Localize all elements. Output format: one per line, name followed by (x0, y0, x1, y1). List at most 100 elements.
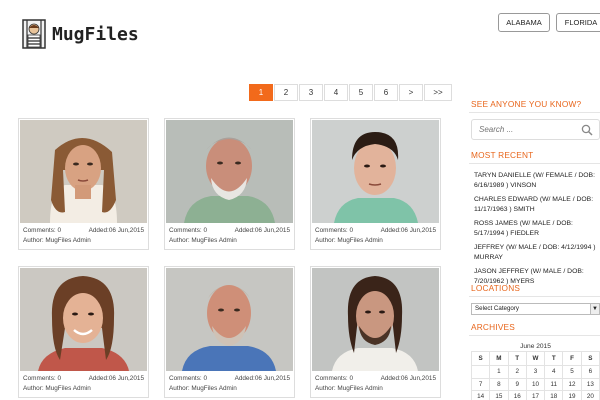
comments-count[interactable]: Comments: 0 (23, 226, 61, 236)
mugshot-card[interactable]: Comments: 0 Added:06 Jun,2015 Author: Mu… (310, 118, 441, 250)
jail-mugshot-icon (22, 19, 46, 49)
calendar-month-title: June 2015 (520, 343, 551, 350)
recent-item[interactable]: TARYN DANIELLE (W/ FEMALE / DOB: 6/16/19… (474, 171, 600, 191)
locations-heading: LOCATIONS (471, 283, 521, 293)
calendar-weekday: F (562, 351, 582, 366)
calendar-weekday: T (507, 351, 527, 366)
calendar-day[interactable]: 3 (525, 365, 546, 379)
recent-list: TARYN DANIELLE (W/ FEMALE / DOB: 6/16/19… (474, 171, 600, 291)
mugshot-card[interactable]: Comments: 0 Added:06 Jun,2015 Author: Mu… (164, 266, 295, 398)
state-button-florida[interactable]: FLORIDA (556, 13, 600, 32)
card-meta: Comments: 0 Added:06 Jun,2015 Author: Mu… (166, 371, 293, 396)
calendar-day[interactable]: 12 (562, 377, 582, 391)
comments-count[interactable]: Comments: 0 (169, 374, 207, 384)
added-date: Added:06 Jun,2015 (88, 227, 144, 234)
added-date: Added:06 Jun,2015 (234, 227, 290, 234)
page-3-button[interactable]: 3 (299, 84, 323, 101)
comments-count[interactable]: Comments: 0 (315, 226, 353, 236)
pagination: 1 2 3 4 5 6 > >> (249, 84, 453, 101)
calendar-weekday: T (544, 351, 564, 366)
calendar-day[interactable]: 13 (580, 377, 600, 391)
logo-text: MugFiles (52, 23, 139, 45)
page-5-button[interactable]: 5 (349, 84, 373, 101)
calendar-day[interactable]: 14 (470, 390, 491, 400)
search-box (471, 119, 600, 140)
search-input[interactable] (479, 125, 579, 134)
calendar-day[interactable]: 20 (580, 390, 600, 400)
card-meta: Comments: 0 Added:06 Jun,2015 Author: Mu… (312, 223, 439, 248)
added-date: Added:06 Jun,2015 (234, 375, 290, 382)
calendar-day[interactable]: 16 (507, 390, 527, 400)
sidebar-divider (469, 335, 600, 336)
last-page-button[interactable]: >> (424, 84, 452, 101)
mugshot-card[interactable]: Comments: 0 Added:06 Jun,2015 Author: Mu… (164, 118, 295, 250)
card-meta: Comments: 0 Added:06 Jun,2015 Author: Mu… (312, 371, 439, 396)
calendar-day[interactable]: 4 (544, 365, 564, 379)
chevron-down-icon: ▼ (590, 304, 599, 314)
author-name[interactable]: Author: MugFiles Admin (23, 236, 91, 246)
mugshot-photo[interactable] (20, 268, 147, 371)
recent-item[interactable]: JEFFREY (W/ MALE / DOB: 4/12/1994 ) MURR… (474, 243, 600, 263)
next-page-button[interactable]: > (399, 84, 423, 101)
card-meta: Comments: 0 Added:06 Jun,2015 Author: Mu… (166, 223, 293, 248)
page-2-button[interactable]: 2 (274, 84, 298, 101)
site-logo[interactable]: MugFiles (22, 19, 139, 49)
calendar-day[interactable]: 7 (470, 377, 491, 391)
mugshot-card[interactable]: Comments: 0 Added:06 Jun,2015 Author: Mu… (18, 266, 149, 398)
comments-count[interactable]: Comments: 0 (23, 374, 61, 384)
search-icon[interactable] (581, 124, 593, 136)
author-name[interactable]: Author: MugFiles Admin (315, 236, 383, 246)
calendar-day[interactable]: 6 (580, 365, 600, 379)
sidebar-divider (469, 112, 600, 113)
mugshot-photo[interactable] (312, 268, 439, 371)
author-name[interactable]: Author: MugFiles Admin (169, 384, 237, 394)
calendar-day[interactable]: 1 (489, 365, 509, 379)
archive-calendar: S M T W T F S 1 2 3 4 5 6 7 8 9 10 11 12… (470, 351, 600, 400)
mugshot-photo[interactable] (166, 268, 293, 371)
comments-count[interactable]: Comments: 0 (169, 226, 207, 236)
author-name[interactable]: Author: MugFiles Admin (23, 384, 91, 394)
page-1-button[interactable]: 1 (249, 84, 273, 101)
state-buttons: ALABAMA FLORIDA (498, 13, 600, 32)
see-anyone-heading: SEE ANYONE YOU KNOW? (471, 99, 582, 109)
mugshot-photo[interactable] (312, 120, 439, 223)
calendar-day[interactable]: 17 (525, 390, 546, 400)
sidebar-divider (469, 296, 600, 297)
comments-count[interactable]: Comments: 0 (315, 374, 353, 384)
calendar-weekday: S (580, 351, 600, 366)
calendar-day[interactable]: 15 (489, 390, 509, 400)
calendar-day[interactable]: 10 (525, 377, 546, 391)
calendar-day[interactable]: 19 (562, 390, 582, 400)
recent-item[interactable]: CHARLES EDWARD (W/ MALE / DOB: 11/17/196… (474, 195, 600, 215)
calendar-weekday: S (470, 351, 491, 366)
calendar-day[interactable]: 8 (489, 377, 509, 391)
author-name[interactable]: Author: MugFiles Admin (315, 384, 383, 394)
category-select-value: Select Category (475, 305, 520, 312)
archives-heading: ARCHIVES (471, 322, 516, 332)
calendar-day[interactable]: 9 (507, 377, 527, 391)
calendar-day[interactable]: 18 (544, 390, 564, 400)
recent-item[interactable]: ROSS JAMES (W/ MALE / DOB: 5/17/1994 ) F… (474, 219, 600, 239)
calendar-day (470, 365, 491, 379)
mugshot-photo[interactable] (166, 120, 293, 223)
sidebar-divider (469, 163, 600, 164)
card-meta: Comments: 0 Added:06 Jun,2015 Author: Mu… (20, 223, 147, 248)
calendar-weekday: M (489, 351, 509, 366)
category-select[interactable]: Select Category ▼ (471, 303, 600, 315)
added-date: Added:06 Jun,2015 (88, 375, 144, 382)
mugshot-photo[interactable] (20, 120, 147, 223)
page-4-button[interactable]: 4 (324, 84, 348, 101)
mugshot-card[interactable]: Comments: 0 Added:06 Jun,2015 Author: Mu… (310, 266, 441, 398)
mugshot-card[interactable]: Comments: 0 Added:06 Jun,2015 Author: Mu… (18, 118, 149, 250)
most-recent-heading: MOST RECENT (471, 150, 534, 160)
card-meta: Comments: 0 Added:06 Jun,2015 Author: Mu… (20, 371, 147, 396)
calendar-day[interactable]: 2 (507, 365, 527, 379)
author-name[interactable]: Author: MugFiles Admin (169, 236, 237, 246)
calendar-day[interactable]: 5 (562, 365, 582, 379)
added-date: Added:06 Jun,2015 (380, 227, 436, 234)
calendar-day[interactable]: 11 (544, 377, 564, 391)
calendar-weekday: W (525, 351, 546, 366)
page-6-button[interactable]: 6 (374, 84, 398, 101)
added-date: Added:06 Jun,2015 (380, 375, 436, 382)
state-button-alabama[interactable]: ALABAMA (498, 13, 550, 32)
